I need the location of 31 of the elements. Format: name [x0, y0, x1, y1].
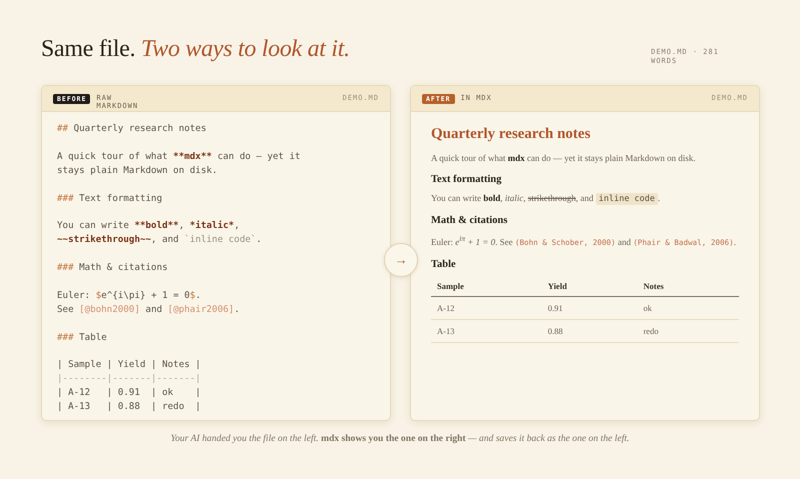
code-line: ### Text formatting — [57, 192, 164, 206]
code-line: |--------|-------|-------| — [57, 372, 202, 386]
code-line: | A-13 | 0.88 | redo | — [57, 400, 202, 414]
table-cell: ok — [637, 296, 739, 320]
column-header: Sample — [431, 276, 542, 296]
code-line: ### Math & citations — [57, 261, 169, 275]
code-line: ### Table — [57, 330, 108, 344]
code-line: Euler: $e^{i\pi} + 1 = 0$. — [57, 288, 202, 303]
code-line: You can write **bold**, *italic*, — [57, 219, 241, 234]
document-heading: Quarterly research notes — [431, 126, 592, 143]
code-line: ~~strikethrough~~, and `inline code`. — [57, 233, 263, 248]
subheading: Math & citations — [431, 215, 508, 226]
code-line: A quick tour of what **mdx** can do — yet it — [57, 150, 302, 164]
code-line: See [@bohn2000] and [@phair2006]. — [57, 302, 241, 317]
code-line: stays plain Markdown on disk. — [57, 164, 218, 178]
table-cell: 0.91 — [542, 296, 638, 320]
code-line: | Sample | Yield | Notes | — [57, 358, 202, 372]
page-title: Same file. Two ways to look at it. — [41, 36, 350, 63]
table-cell: A-12 — [431, 296, 542, 320]
table-cell: redo — [637, 320, 739, 342]
caption: Your AI handed you the file on the left. mdx shows you the one on the right — and saves it back as the one on the left. — [170, 432, 630, 446]
code-line: ## Quarterly research notes — [57, 122, 208, 136]
column-header: Yield — [542, 276, 638, 296]
paragraph: A quick tour of what mdx can do — yet it stays plain Markdown on disk. — [431, 152, 696, 165]
subheading: Table — [431, 259, 457, 270]
column-header: Notes — [637, 276, 739, 296]
code-line: | A-12 | 0.91 | ok | — [57, 386, 202, 400]
paragraph: You can write bold, italic, strikethrough, and inline code . — [431, 192, 662, 206]
table-cell: 0.88 — [542, 320, 638, 342]
table-cell: A-13 — [431, 320, 542, 342]
subheading: Text formatting — [431, 174, 502, 185]
